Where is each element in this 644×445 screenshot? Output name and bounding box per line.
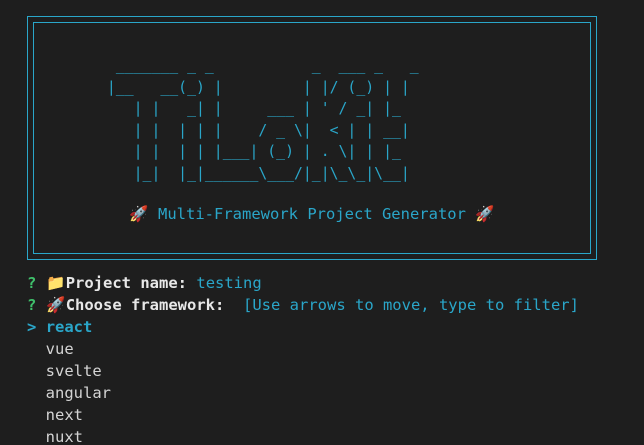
choice-option[interactable]: nuxt [27,426,83,445]
pointer-icon: > [27,318,37,336]
banner-frame: _______ _ _ _ ___ _ _ |__ __(_) | | |/ (… [27,16,597,260]
question-mark: ? [27,296,37,314]
prompt-project-name: ? 📁Project name: testing [27,272,262,294]
banner-subtitle: 🚀 Multi-Framework Project Generator 🚀 [28,205,596,223]
rocket-icon: 🚀 [46,296,66,314]
choice-label[interactable]: react [46,318,93,336]
choice-label[interactable]: vue [46,340,74,358]
subtitle-text: Multi-Framework Project Generator [158,205,466,223]
rocket-icon: 🚀 [129,205,149,223]
choice-label[interactable]: next [46,406,83,424]
choice-selected[interactable]: > react [27,316,92,338]
choice-option[interactable]: svelte [27,360,102,382]
choice-label[interactable]: nuxt [46,428,83,445]
question-mark: ? [27,274,37,292]
prompt-choose-framework: ? 🚀Choose framework: [Use arrows to move… [27,294,579,316]
prompt-label: Project name: [65,274,188,292]
terminal-window: _______ _ _ _ ___ _ _ |__ __(_) | | |/ (… [0,0,644,445]
folder-icon: 📁 [46,274,66,292]
choice-label[interactable]: angular [46,384,111,402]
prompt-label: Choose framework: [65,296,225,314]
choice-label[interactable]: svelte [46,362,102,380]
prompt-hint: [Use arrows to move, type to filter] [243,296,579,314]
rocket-icon: 🚀 [475,205,495,223]
choice-option[interactable]: vue [27,338,74,360]
project-name-value[interactable]: testing [196,274,261,292]
choice-option[interactable]: angular [27,382,111,404]
choice-option[interactable]: next [27,404,83,426]
ascii-logo: _______ _ _ _ ___ _ _ |__ __(_) | | |/ (… [106,57,419,182]
